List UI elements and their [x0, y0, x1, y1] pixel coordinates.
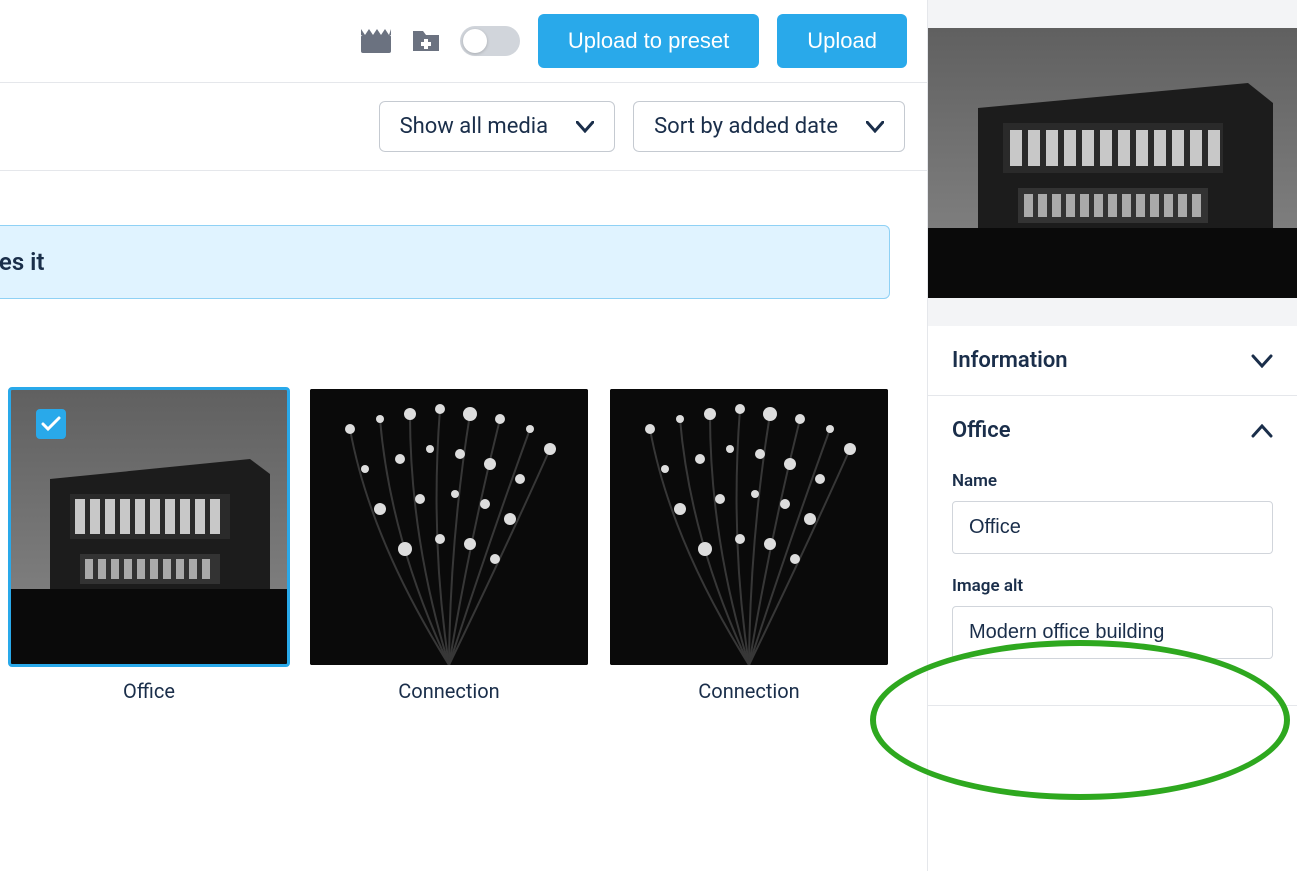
banner-text: nd – no matter who creates it [0, 248, 44, 276]
office-section-body: Name Image alt [928, 471, 1297, 705]
media-card: Connection [610, 389, 888, 703]
sidebar-preview [928, 0, 1297, 326]
sort-select[interactable]: Sort by added date [633, 101, 905, 152]
image-alt-field-label: Image alt [952, 576, 1273, 596]
toggle-switch[interactable] [460, 26, 520, 56]
media-gallery: Office [0, 299, 927, 703]
media-filter-select[interactable]: Show all media [379, 101, 616, 152]
info-banner: nd – no matter who creates it [0, 225, 890, 299]
chevron-up-icon [1251, 424, 1273, 438]
media-thumbnail[interactable] [10, 389, 288, 665]
upload-to-preset-button[interactable]: Upload to preset [538, 14, 759, 68]
section-title: Information [952, 348, 1068, 373]
media-label: Office [123, 679, 175, 703]
name-field-label: Name [952, 471, 1273, 491]
name-field-group: Name [952, 471, 1273, 554]
office-section: Office Name Image alt [928, 396, 1297, 706]
image-alt-input[interactable] [952, 606, 1273, 659]
details-sidebar: Information Office Name Image alt [927, 0, 1297, 871]
media-card: Connection [310, 389, 588, 703]
filter-row: Show all media Sort by added date [0, 83, 927, 171]
information-section: Information [928, 326, 1297, 396]
media-card: Office [10, 389, 288, 703]
media-label: Connection [698, 679, 799, 703]
chevron-down-icon [866, 121, 884, 133]
folder-add-icon[interactable] [410, 25, 442, 57]
information-section-header[interactable]: Information [928, 326, 1297, 395]
selected-check-icon [36, 409, 66, 439]
upload-button[interactable]: Upload [777, 14, 907, 68]
name-input[interactable] [952, 501, 1273, 554]
sort-label: Sort by added date [654, 114, 838, 139]
image-alt-field-group: Image alt [952, 576, 1273, 659]
media-filter-label: Show all media [400, 114, 549, 139]
video-icon[interactable] [360, 25, 392, 57]
media-thumbnail[interactable] [610, 389, 888, 665]
preview-image [928, 28, 1297, 298]
section-title: Office [952, 418, 1011, 443]
office-section-header[interactable]: Office [928, 396, 1297, 465]
chevron-down-icon [1251, 354, 1273, 368]
toolbar: Upload to preset Upload [0, 0, 927, 83]
media-thumbnail[interactable] [310, 389, 588, 665]
chevron-down-icon [576, 121, 594, 133]
media-label: Connection [398, 679, 499, 703]
